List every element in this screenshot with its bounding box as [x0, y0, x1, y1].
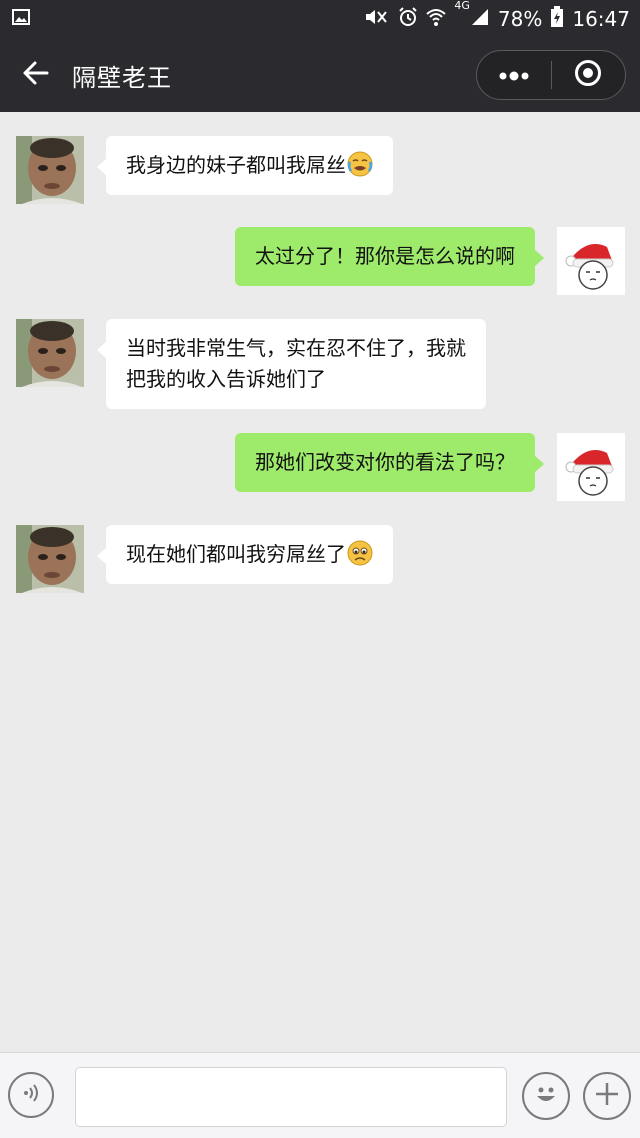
- crying-emoji-icon: [347, 151, 373, 177]
- close-button[interactable]: [552, 50, 626, 100]
- message-bubble-received[interactable]: 我身边的妹子都叫我屌丝: [97, 136, 393, 195]
- message-bubble-received[interactable]: 现在她们都叫我穷屌丝了: [97, 525, 393, 584]
- avatar-self[interactable]: [557, 433, 625, 501]
- chat-area: 我身边的妹子都叫我屌丝 太过分了！那你是怎么说的啊 当时我非常生气，实在忍不住了…: [0, 112, 640, 1052]
- plus-icon: [594, 1081, 620, 1111]
- mini-program-capsule: [476, 50, 626, 100]
- avatar[interactable]: [16, 136, 84, 204]
- chat-header: 隔壁老王: [0, 38, 640, 112]
- message-text-line: 当时我非常生气，实在忍不住了，我就: [126, 336, 466, 360]
- mute-vibrate-icon: [364, 7, 390, 31]
- avatar-self[interactable]: [557, 227, 625, 295]
- message-text: 太过分了！那你是怎么说的啊: [255, 244, 515, 268]
- emoji-button[interactable]: [522, 1072, 570, 1120]
- avatar[interactable]: [16, 525, 84, 593]
- voice-icon: [19, 1081, 43, 1109]
- message-bubble-received[interactable]: 当时我非常生气，实在忍不住了，我就 把我的收入告诉她们了: [97, 319, 486, 409]
- back-arrow-icon: [21, 59, 49, 91]
- image-icon: [12, 9, 30, 29]
- signal-icon: [470, 7, 490, 32]
- input-bar: [0, 1052, 640, 1138]
- message-bubble-sent[interactable]: 那她们改变对你的看法了吗？: [235, 433, 544, 492]
- message-input[interactable]: [75, 1067, 507, 1127]
- network-label: 4G: [454, 0, 470, 12]
- message-text: 我身边的妹子都叫我屌丝: [126, 153, 346, 177]
- message-bubble-sent[interactable]: 太过分了！那你是怎么说的啊: [235, 227, 544, 286]
- clock-time: 16:47: [572, 7, 630, 31]
- status-bar: 4G 78% 16:47: [0, 0, 640, 38]
- message-text: 那她们改变对你的看法了吗？: [255, 450, 515, 474]
- sad-emoji-icon: [347, 540, 373, 566]
- avatar[interactable]: [16, 319, 84, 387]
- battery-percent: 78%: [497, 7, 543, 31]
- close-target-icon: [574, 59, 602, 91]
- more-button[interactable]: [477, 50, 551, 100]
- chat-title: 隔壁老王: [72, 63, 172, 92]
- message-text-line: 把我的收入告诉她们了: [126, 367, 326, 391]
- emoji-icon: [530, 1078, 562, 1114]
- more-dots-icon: [499, 66, 529, 85]
- alarm-icon: [398, 6, 418, 32]
- message-text: 现在她们都叫我穷屌丝了: [126, 542, 346, 566]
- plus-button[interactable]: [583, 1072, 631, 1120]
- back-button[interactable]: [0, 38, 70, 112]
- battery-charging-icon: [550, 5, 564, 33]
- voice-button[interactable]: [8, 1072, 54, 1118]
- wifi-icon: [426, 7, 447, 32]
